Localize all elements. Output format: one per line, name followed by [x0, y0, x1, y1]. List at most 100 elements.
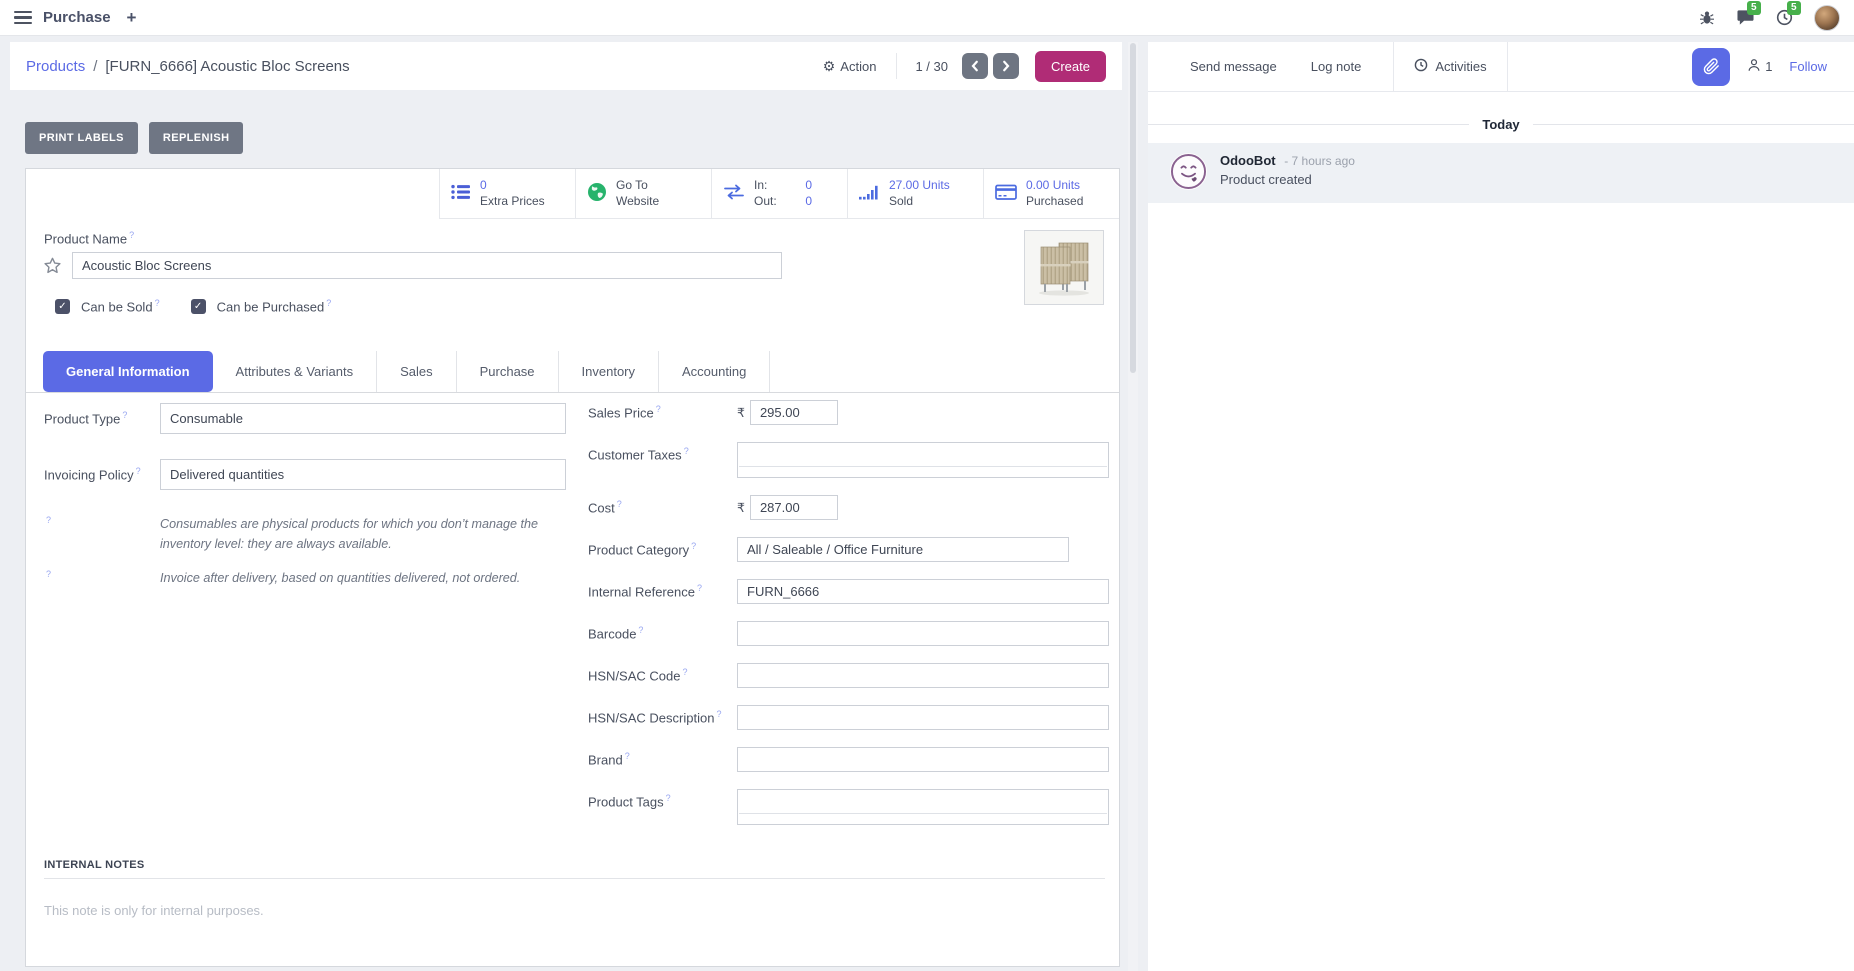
product-type-label: Product Type? [44, 403, 160, 426]
message-body: Product created [1220, 172, 1355, 187]
pager-previous-button[interactable] [962, 53, 988, 79]
favorite-star-icon[interactable] [42, 256, 63, 276]
hsn-sac-code-input[interactable] [737, 663, 1109, 688]
product-category-input[interactable] [737, 537, 1069, 562]
control-panel-actions: ⚙ Action 1 / 30 Create [823, 51, 1106, 82]
out-label: Out: [754, 194, 777, 210]
sales-price-input[interactable] [750, 400, 838, 425]
create-button[interactable]: Create [1035, 51, 1106, 82]
product-tags-input[interactable] [737, 789, 1109, 825]
tab-accounting[interactable]: Accounting [659, 351, 770, 392]
units-sold-value: 27.00 Units [889, 178, 950, 194]
product-name-input[interactable] [72, 252, 782, 279]
tab-attributes-variants[interactable]: Attributes & Variants [213, 351, 378, 392]
internal-reference-input[interactable] [737, 579, 1109, 604]
chatter-topbar-right: 1 Follow [1692, 48, 1854, 86]
message-author[interactable]: OdooBot [1220, 153, 1276, 168]
barcode-input[interactable] [737, 621, 1109, 646]
action-menu-button[interactable]: ⚙ Action [823, 59, 877, 74]
customer-taxes-label: Customer Taxes? [588, 442, 737, 462]
product-tags-label: Product Tags? [588, 789, 737, 809]
form-sheet: 0 Extra Prices Go To Website [25, 168, 1120, 967]
product-type-help-note: Consumables are physical products for wh… [160, 515, 566, 554]
units-purchased-label: Purchased [1026, 194, 1083, 210]
check-icon: ✓ [194, 301, 202, 312]
tab-sales[interactable]: Sales [377, 351, 457, 392]
currency-symbol: ₹ [737, 500, 745, 515]
chatter-message: OdooBot - 7 hours ago Product created [1148, 143, 1854, 203]
activities-label: Activities [1435, 59, 1486, 74]
form-column-right: Sales Price? ₹ Customer Taxes? Cost? [588, 400, 1109, 842]
tab-general-information[interactable]: General Information [43, 351, 213, 392]
send-message-button[interactable]: Send message [1173, 42, 1294, 92]
tab-purchase[interactable]: Purchase [457, 351, 559, 392]
chatter-topbar: Send message Log note Activities [1148, 42, 1854, 92]
brand-input[interactable] [737, 747, 1109, 772]
internal-notes-title: INTERNAL NOTES [44, 859, 1105, 879]
followers-button[interactable]: 1 [1747, 58, 1772, 75]
print-labels-button[interactable]: PRINT LABELS [25, 122, 138, 154]
attachment-paperclip-button[interactable] [1692, 48, 1730, 86]
go-to-website-stat-button[interactable]: Go To Website [575, 169, 711, 219]
out-value: 0 [805, 194, 812, 210]
notebook-tabs: General Information Attributes & Variant… [26, 350, 1119, 393]
activities-clock-icon[interactable]: 5 [1776, 9, 1793, 26]
internal-notes-placeholder[interactable]: This note is only for internal purposes. [44, 903, 1105, 918]
invoicing-policy-label: Invoicing Policy? [44, 459, 160, 482]
cost-input[interactable] [750, 495, 838, 520]
units-purchased-stat-button[interactable]: 0.00 Units Purchased [983, 169, 1119, 219]
follow-button[interactable]: Follow [1789, 59, 1827, 74]
invoicing-policy-input[interactable] [160, 459, 566, 490]
pricelist-icon [451, 184, 471, 203]
messages-icon[interactable]: 5 [1736, 9, 1755, 26]
pager-next-button[interactable] [993, 53, 1019, 79]
can-be-sold-checkbox[interactable]: ✓ [55, 299, 70, 314]
follower-count: 1 [1765, 59, 1772, 74]
product-image[interactable] [1024, 230, 1104, 305]
apps-menu-icon[interactable] [14, 11, 32, 25]
log-note-button[interactable]: Log note [1294, 42, 1379, 92]
inventory-moves-stat-button[interactable]: In:0 Out:0 [711, 169, 847, 219]
tab-inventory[interactable]: Inventory [559, 351, 659, 392]
breadcrumb-products-link[interactable]: Products [26, 58, 85, 75]
cost-label: Cost? [588, 495, 737, 515]
product-type-input[interactable] [160, 403, 566, 434]
user-avatar[interactable] [1814, 5, 1840, 31]
control-panel: Products / [FURN_6666] Acoustic Bloc Scr… [10, 42, 1122, 90]
replenish-button[interactable]: REPLENISH [149, 122, 244, 154]
website-line1: Go To [616, 178, 659, 194]
can-be-purchased-label: Can be Purchased? [217, 298, 332, 314]
pager: 1 / 30 [896, 53, 1019, 79]
plus-icon[interactable]: + [127, 9, 137, 26]
customer-taxes-input[interactable] [737, 442, 1109, 478]
app-name[interactable]: Purchase [43, 9, 111, 26]
can-be-purchased-checkbox[interactable]: ✓ [191, 299, 206, 314]
in-value: 0 [805, 178, 812, 194]
help-marker: ? [129, 230, 134, 240]
bar-chart-icon [859, 184, 880, 203]
form-column-left: Product Type? Invoicing Policy? ? Consum… [44, 403, 566, 604]
units-sold-stat-button[interactable]: 27.00 Units Sold [847, 169, 983, 219]
vertical-scrollbar [1128, 42, 1138, 971]
header-buttons: PRINT LABELS REPLENISH [10, 122, 1122, 154]
messages-badge: 5 [1747, 1, 1761, 15]
chatter-panel: Send message Log note Activities [1148, 42, 1854, 971]
date-divider: Today [1148, 117, 1854, 132]
debug-bug-icon[interactable] [1699, 10, 1715, 26]
units-purchased-value: 0.00 Units [1026, 178, 1083, 194]
internal-reference-label: Internal Reference? [588, 579, 737, 599]
invoicing-policy-help-note: Invoice after delivery, based on quantit… [160, 569, 566, 589]
scrollbar-thumb[interactable] [1130, 43, 1136, 373]
hsn-sac-description-label: HSN/SAC Description? [588, 705, 737, 725]
clock-icon [1414, 58, 1428, 75]
hsn-sac-description-input[interactable] [737, 705, 1109, 730]
can-be-sold-label: Can be Sold? [81, 298, 160, 314]
breadcrumb-current: [FURN_6666] Acoustic Bloc Screens [105, 58, 349, 75]
schedule-activity-button[interactable]: Activities [1393, 42, 1507, 92]
extra-prices-stat-button[interactable]: 0 Extra Prices [439, 169, 575, 219]
pager-count[interactable]: 1 / 30 [915, 59, 948, 74]
barcode-label: Barcode? [588, 621, 737, 641]
top-navbar: Purchase + 5 5 [0, 0, 1854, 36]
help-marker: ? [46, 569, 51, 579]
globe-icon [587, 182, 607, 205]
